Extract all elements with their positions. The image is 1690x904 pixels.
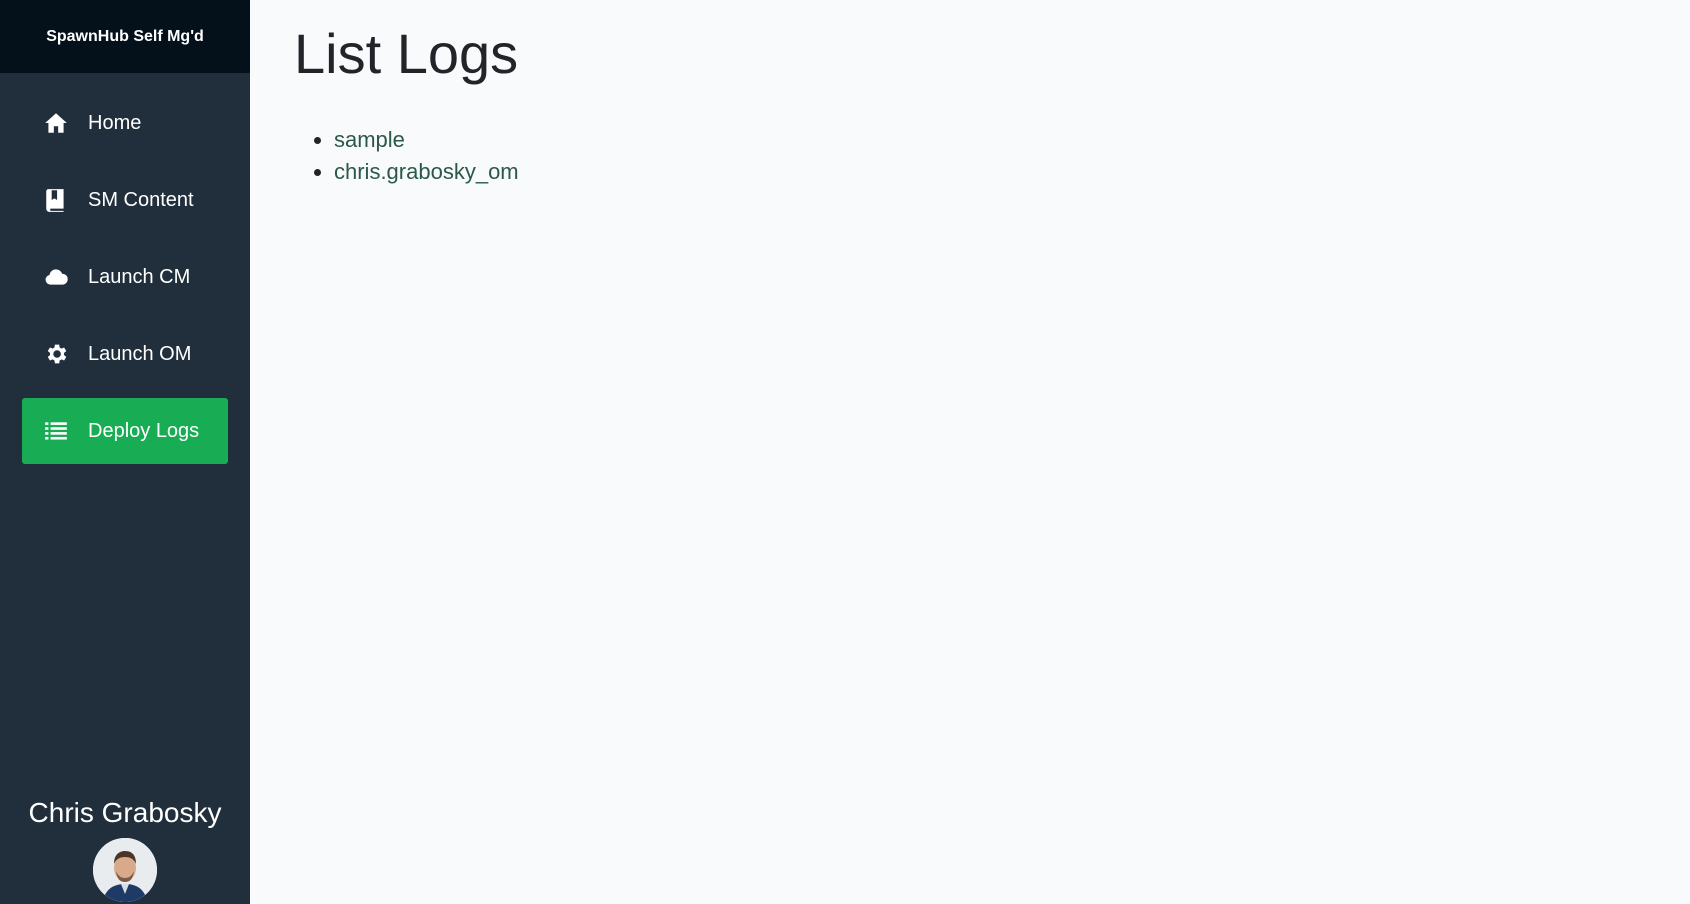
home-icon bbox=[43, 110, 69, 136]
sidebar-item-label: Launch CM bbox=[88, 265, 191, 288]
sidebar-item-launch-om[interactable]: Launch OM bbox=[22, 321, 228, 387]
log-list: sample chris.grabosky_om bbox=[312, 124, 1690, 188]
app: SpawnHub Self Mg'd Home SM Content Launc… bbox=[0, 0, 1690, 904]
page-title: List Logs bbox=[294, 22, 519, 85]
cloud-icon bbox=[43, 264, 69, 290]
user-profile: Chris Grabosky bbox=[0, 794, 250, 904]
avatar[interactable] bbox=[93, 838, 157, 902]
sidebar-item-launch-cm[interactable]: Launch CM bbox=[22, 244, 228, 310]
list-item: sample bbox=[334, 124, 1690, 156]
sidebar-item-label: SM Content bbox=[88, 188, 194, 211]
sidebar-item-home[interactable]: Home bbox=[22, 90, 228, 156]
brand-title[interactable]: SpawnHub Self Mg'd bbox=[0, 0, 250, 73]
sidebar-item-sm-content[interactable]: SM Content bbox=[22, 167, 228, 233]
sidebar-item-label: Launch OM bbox=[88, 342, 192, 365]
list-icon bbox=[43, 418, 69, 444]
list-item: chris.grabosky_om bbox=[334, 156, 1690, 188]
sidebar: SpawnHub Self Mg'd Home SM Content Launc… bbox=[0, 0, 250, 904]
sidebar-nav: Home SM Content Launch CM Launch OM Depl… bbox=[0, 73, 250, 464]
sidebar-item-label: Home bbox=[88, 111, 142, 134]
log-link-chris-grabosky-om[interactable]: chris.grabosky_om bbox=[334, 159, 519, 184]
book-icon bbox=[43, 187, 69, 213]
user-name: Chris Grabosky bbox=[28, 797, 222, 828]
sidebar-item-label: Deploy Logs bbox=[88, 419, 200, 442]
main-content: List Logs sample chris.grabosky_om bbox=[250, 0, 1690, 904]
sidebar-item-deploy-logs[interactable]: Deploy Logs bbox=[22, 398, 228, 464]
log-link-sample[interactable]: sample bbox=[334, 127, 405, 152]
gear-icon bbox=[43, 341, 69, 367]
